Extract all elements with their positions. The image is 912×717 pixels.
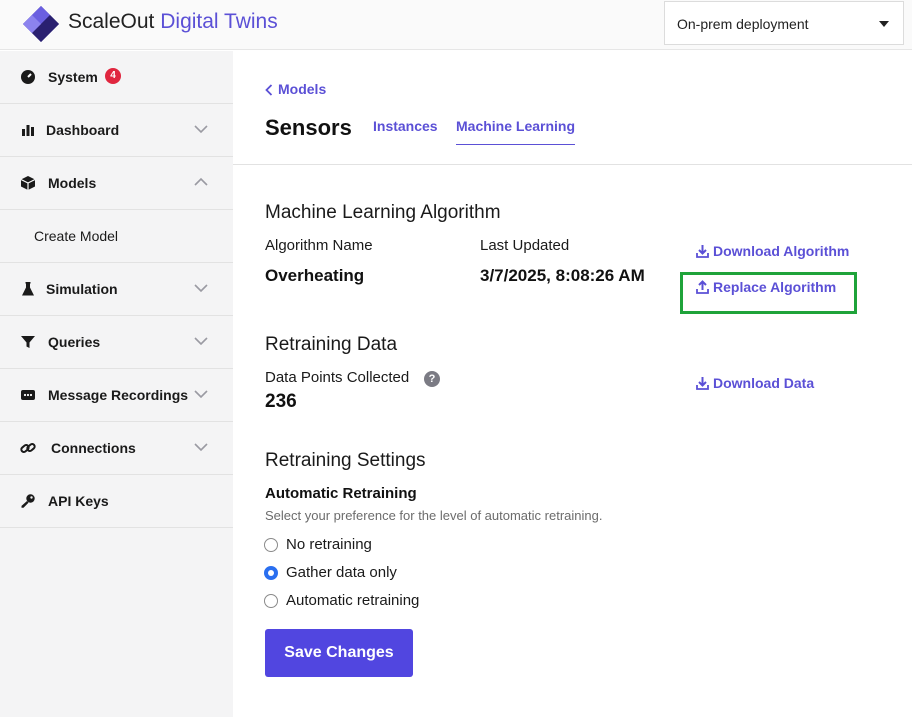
replace-algorithm-label: Replace Algorithm <box>713 279 837 295</box>
sidebar-subitem-create-model[interactable]: Create Model <box>0 210 233 263</box>
automatic-retraining-heading: Automatic Retraining <box>265 485 417 502</box>
sidebar-item-label: Connections <box>51 440 136 456</box>
download-icon <box>696 377 709 390</box>
sidebar-item-label: Simulation <box>46 281 118 297</box>
brand-name: ScaleOut Digital Twins <box>68 10 278 34</box>
upload-icon <box>696 280 709 294</box>
top-bar: ScaleOut Digital Twins On-prem deploymen… <box>0 0 912 50</box>
radio-button[interactable] <box>264 538 278 552</box>
section-title-retraining-data: Retraining Data <box>265 334 398 355</box>
deployment-select[interactable]: On-prem deployment <box>664 1 904 45</box>
radio-button[interactable] <box>264 566 278 580</box>
filter-icon <box>21 336 35 348</box>
caret-down-icon <box>879 21 889 27</box>
download-data-label: Download Data <box>713 375 815 391</box>
tab-machine-learning[interactable]: Machine Learning <box>456 118 576 145</box>
deployment-select-value: On-prem deployment <box>677 16 809 32</box>
radio-label: Gather data only <box>286 564 397 581</box>
chevron-down-icon[interactable] <box>194 124 208 134</box>
chevron-up-icon[interactable] <box>194 177 208 187</box>
download-icon <box>696 245 709 258</box>
automatic-retraining-hint: Select your preference for the level of … <box>265 508 603 523</box>
algorithm-name-value: Overheating <box>265 266 365 285</box>
section-title-ml-algorithm: Machine Learning Algorithm <box>265 202 501 223</box>
sidebar-item-simulation[interactable]: Simulation <box>0 263 233 316</box>
download-algorithm-label: Download Algorithm <box>713 243 850 259</box>
radio-label: No retraining <box>286 536 372 553</box>
sidebar: System 4 Dashboard Models Create Model S… <box>0 51 233 717</box>
flask-icon <box>22 282 34 296</box>
last-updated-label: Last Updated <box>480 237 570 254</box>
section-title-retraining-settings: Retraining Settings <box>265 450 426 471</box>
scaleout-logo-icon <box>23 6 59 42</box>
sidebar-item-connections[interactable]: Connections <box>0 422 233 475</box>
sidebar-item-message-recordings[interactable]: Message Recordings <box>0 369 233 422</box>
last-updated-value: 3/7/2025, 8:08:26 AM <box>480 266 645 285</box>
sidebar-item-dashboard[interactable]: Dashboard <box>0 104 233 157</box>
chevron-left-icon[interactable] <box>265 84 273 96</box>
breadcrumb-back-link[interactable]: Models <box>278 81 326 97</box>
sidebar-item-api-keys[interactable]: API Keys <box>0 475 233 528</box>
link-icon <box>20 443 36 453</box>
notification-badge: 4 <box>105 68 121 84</box>
sidebar-item-label: Models <box>48 175 97 191</box>
page-title: Sensors <box>265 115 352 140</box>
download-data-link[interactable]: Download Data <box>696 375 826 393</box>
chevron-down-icon[interactable] <box>194 442 208 452</box>
tab-instances[interactable]: Instances <box>373 118 438 144</box>
sidebar-item-models[interactable]: Models <box>0 157 233 210</box>
help-icon[interactable]: ? <box>424 371 440 387</box>
message-icon <box>21 390 35 400</box>
sidebar-item-label: System <box>48 69 98 85</box>
sidebar-item-label: Dashboard <box>46 122 120 138</box>
key-icon <box>21 494 35 508</box>
sidebar-item-system[interactable]: System 4 <box>0 51 233 104</box>
sidebar-item-label: Queries <box>48 334 101 350</box>
sidebar-item-label: API Keys <box>48 493 109 509</box>
data-points-label: Data Points Collected <box>265 369 410 386</box>
replace-algorithm-link[interactable]: Replace Algorithm <box>696 279 846 297</box>
page-header: Models Sensors Instances Machine Learnin… <box>233 51 912 165</box>
chevron-down-icon[interactable] <box>194 336 208 346</box>
save-changes-button[interactable]: Save Changes <box>265 629 413 677</box>
sidebar-subitem-label: Create Model <box>34 228 119 244</box>
download-algorithm-link[interactable]: Download Algorithm <box>696 243 856 261</box>
algorithm-name-label: Algorithm Name <box>265 237 373 254</box>
sidebar-item-label: Message Recordings <box>48 387 189 403</box>
brand-part-2: Digital Twins <box>160 10 278 33</box>
cube-icon <box>20 176 36 190</box>
sidebar-item-queries[interactable]: Queries <box>0 316 233 369</box>
brand-part-1: ScaleOut <box>68 10 155 33</box>
speedometer-icon <box>21 70 35 84</box>
data-points-value: 236 <box>265 391 297 412</box>
bar-chart-icon <box>22 125 34 136</box>
radio-button[interactable] <box>264 594 278 608</box>
chevron-down-icon[interactable] <box>194 389 208 399</box>
radio-label: Automatic retraining <box>286 592 420 609</box>
chevron-down-icon[interactable] <box>194 283 208 293</box>
